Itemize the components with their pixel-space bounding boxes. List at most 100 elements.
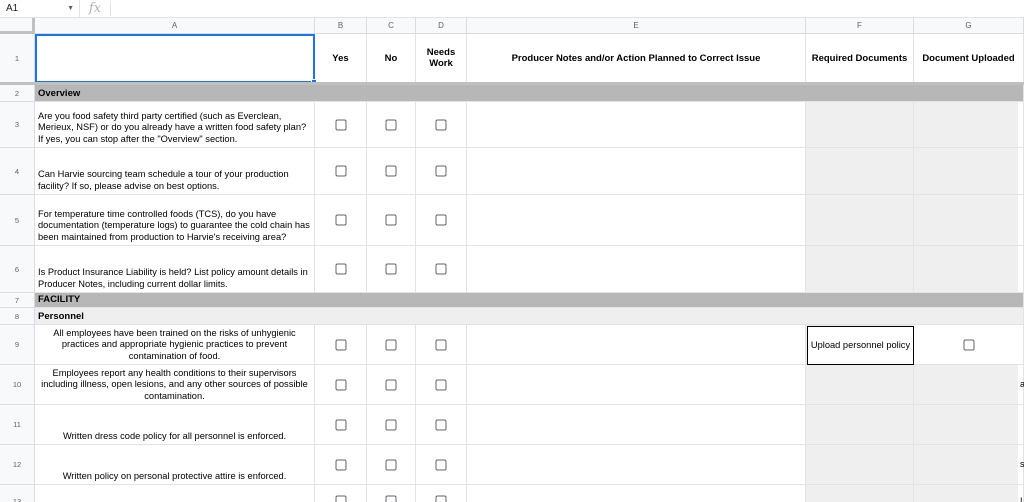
producer-notes-cell[interactable] <box>467 485 806 502</box>
no-cell[interactable] <box>367 485 416 502</box>
yes-checkbox[interactable] <box>335 119 346 130</box>
header-cell-f[interactable]: Required Documents <box>806 34 914 83</box>
producer-notes-cell[interactable] <box>467 195 806 246</box>
question-cell[interactable]: Are you food safety third party certifie… <box>35 102 315 148</box>
row-header-6[interactable]: 6 <box>0 246 35 293</box>
yes-cell[interactable] <box>315 365 367 405</box>
column-header-c[interactable]: C <box>367 18 416 34</box>
header-cell-a[interactable] <box>35 34 315 83</box>
header-cell-h-partial[interactable] <box>1018 34 1024 83</box>
document-uploaded-cell[interactable] <box>914 246 1024 293</box>
yes-cell[interactable] <box>315 195 367 246</box>
yes-cell[interactable] <box>315 445 367 485</box>
required-documents-cell[interactable] <box>806 445 914 485</box>
yes-cell[interactable] <box>315 246 367 293</box>
producer-notes-cell[interactable] <box>467 405 806 445</box>
no-checkbox[interactable] <box>385 339 397 350</box>
select-all-corner[interactable] <box>0 18 35 34</box>
question-cell[interactable]: Written dress code policy for all person… <box>35 405 315 445</box>
needs-work-cell[interactable] <box>416 195 467 246</box>
required-documents-cell[interactable] <box>806 485 914 502</box>
needs-work-checkbox[interactable] <box>435 495 447 502</box>
document-uploaded-cell[interactable] <box>914 405 1024 445</box>
no-checkbox[interactable] <box>385 459 397 470</box>
chevron-down-icon[interactable]: ▼ <box>67 5 74 12</box>
producer-notes-cell[interactable] <box>467 148 806 195</box>
question-cell[interactable]: For temperature time controlled foods (T… <box>35 195 315 246</box>
row-header-2[interactable]: 2 <box>0 85 35 102</box>
document-uploaded-cell[interactable] <box>914 365 1024 405</box>
upload-policy-box[interactable]: Upload personnel policy <box>807 326 914 365</box>
document-uploaded-cell[interactable] <box>914 195 1024 246</box>
column-header-a[interactable]: A <box>35 18 315 34</box>
yes-cell[interactable] <box>315 485 367 502</box>
no-cell[interactable] <box>367 445 416 485</box>
no-checkbox[interactable] <box>385 263 397 275</box>
no-checkbox[interactable] <box>385 419 397 430</box>
yes-checkbox[interactable] <box>335 214 346 226</box>
document-uploaded-cell[interactable] <box>914 445 1024 485</box>
question-cell[interactable]: Can Harvie sourcing team schedule a tour… <box>35 148 315 195</box>
needs-work-checkbox[interactable] <box>435 165 447 177</box>
document-uploaded-checkbox[interactable] <box>963 339 974 350</box>
no-checkbox[interactable] <box>385 119 397 130</box>
document-uploaded-cell[interactable] <box>914 325 1024 365</box>
yes-cell[interactable] <box>315 148 367 195</box>
needs-work-checkbox[interactable] <box>435 263 447 275</box>
required-documents-cell[interactable] <box>806 148 914 195</box>
column-header-e[interactable]: E <box>467 18 806 34</box>
header-cell-d[interactable]: Needs Work <box>416 34 467 83</box>
needs-work-checkbox[interactable] <box>435 419 447 430</box>
row-header-5[interactable]: 5 <box>0 195 35 246</box>
yes-checkbox[interactable] <box>335 263 346 275</box>
no-cell[interactable] <box>367 102 416 148</box>
question-cell[interactable]: Employees report any health conditions t… <box>35 365 315 405</box>
yes-checkbox[interactable] <box>335 379 346 390</box>
header-cell-e[interactable]: Producer Notes and/or Action Planned to … <box>467 34 806 83</box>
yes-checkbox[interactable] <box>335 339 346 350</box>
producer-notes-cell[interactable] <box>467 246 806 293</box>
needs-work-checkbox[interactable] <box>435 119 447 130</box>
no-checkbox[interactable] <box>385 165 397 177</box>
no-cell[interactable] <box>367 405 416 445</box>
document-uploaded-cell[interactable] <box>914 102 1024 148</box>
row-header-11[interactable]: 11 <box>0 405 35 445</box>
yes-checkbox[interactable] <box>335 165 346 177</box>
needs-work-cell[interactable] <box>416 325 467 365</box>
needs-work-checkbox[interactable] <box>435 214 447 226</box>
producer-notes-cell[interactable] <box>467 365 806 405</box>
needs-work-checkbox[interactable] <box>435 339 447 350</box>
needs-work-checkbox[interactable] <box>435 459 447 470</box>
question-cell[interactable]: All employees have been trained on the r… <box>35 325 315 365</box>
yes-cell[interactable] <box>315 102 367 148</box>
row-header-1[interactable]: 1 <box>0 34 35 83</box>
needs-work-cell[interactable] <box>416 485 467 502</box>
no-checkbox[interactable] <box>385 214 397 226</box>
row-header-3[interactable]: 3 <box>0 102 35 148</box>
yes-cell[interactable] <box>315 405 367 445</box>
subsection-row-8[interactable]: Personnel <box>35 308 1024 325</box>
column-header-h-partial[interactable] <box>1018 18 1024 34</box>
header-cell-b[interactable]: Yes <box>315 34 367 83</box>
column-header-b[interactable]: B <box>315 18 367 34</box>
yes-cell[interactable] <box>315 325 367 365</box>
needs-work-cell[interactable] <box>416 445 467 485</box>
row-header-10[interactable]: 10 <box>0 365 35 405</box>
required-documents-cell[interactable] <box>806 102 914 148</box>
no-checkbox[interactable] <box>385 495 397 502</box>
needs-work-cell[interactable] <box>416 405 467 445</box>
header-cell-g[interactable]: Document Uploaded <box>914 34 1024 83</box>
question-cell[interactable]: Written policy on food and tobacco use i… <box>35 485 315 502</box>
yes-checkbox[interactable] <box>335 419 346 430</box>
producer-notes-cell[interactable] <box>467 325 806 365</box>
no-checkbox[interactable] <box>385 379 397 390</box>
yes-checkbox[interactable] <box>335 495 346 502</box>
required-documents-cell[interactable] <box>806 365 914 405</box>
no-cell[interactable] <box>367 365 416 405</box>
needs-work-cell[interactable] <box>416 102 467 148</box>
row-header-8[interactable]: 8 <box>0 308 35 325</box>
row-header-12[interactable]: 12 <box>0 445 35 485</box>
required-documents-cell[interactable] <box>806 405 914 445</box>
row-header-7[interactable]: 7 <box>0 293 35 308</box>
section-row-2[interactable]: Overview <box>35 85 1024 102</box>
